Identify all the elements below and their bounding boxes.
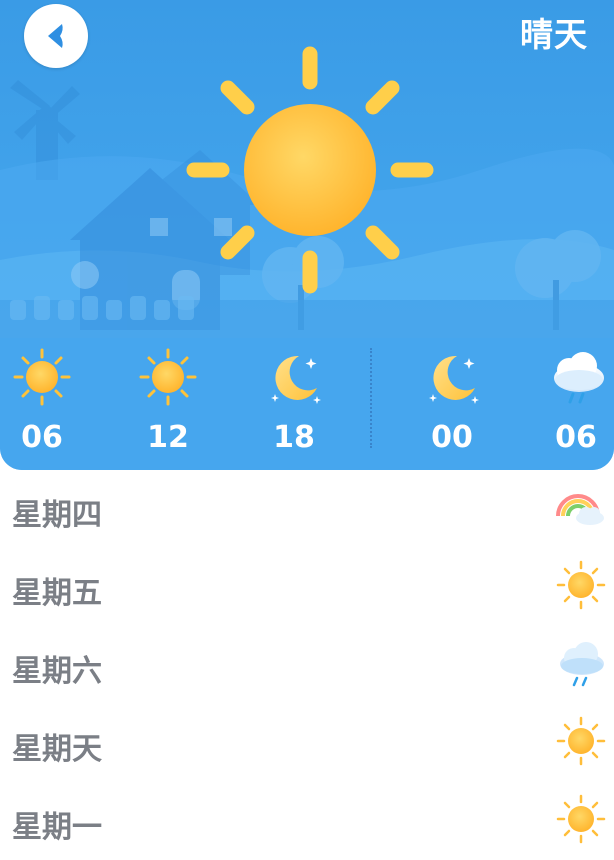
sun-icon	[13, 348, 71, 406]
daily-row[interactable]: 星期四	[0, 470, 614, 548]
daily-row[interactable]: 星期天	[0, 704, 614, 782]
sun-icon	[556, 716, 606, 766]
day-label: 星期天	[12, 732, 102, 767]
rain-cloud-icon	[554, 352, 604, 404]
hourly-forecast: 06 12 18 00 06	[0, 340, 614, 470]
sun-icon	[556, 560, 606, 610]
rain-cloud-icon	[560, 642, 604, 687]
hour-time: 06	[21, 420, 63, 455]
hour-item: 00	[412, 340, 492, 470]
moon-icon	[429, 355, 479, 404]
hour-time: 18	[273, 420, 315, 455]
hour-time: 00	[431, 420, 473, 455]
hour-item: 12	[128, 340, 208, 470]
hour-item: 06	[536, 340, 614, 470]
moon-icon	[271, 355, 321, 404]
day-label: 星期一	[12, 810, 102, 845]
hour-time: 12	[147, 420, 189, 455]
rainbow-icon	[556, 494, 604, 525]
day-divider	[370, 348, 372, 448]
hour-time: 06	[555, 420, 597, 455]
daily-row[interactable]: 星期六	[0, 626, 614, 704]
day-label: 星期四	[12, 498, 102, 533]
daily-row[interactable]: 星期五	[0, 548, 614, 626]
hour-item: 06	[2, 340, 82, 470]
day-label: 星期六	[12, 654, 102, 689]
daily-row[interactable]: 星期一	[0, 782, 614, 860]
sun-icon	[139, 348, 197, 406]
back-arrow-icon	[48, 24, 63, 48]
back-button[interactable]	[24, 4, 88, 68]
day-label: 星期五	[12, 576, 102, 611]
weather-hero: 晴天 06 12 18 00 06	[0, 0, 614, 470]
current-sun-icon	[186, 46, 434, 294]
weather-condition: 晴天	[520, 15, 588, 54]
hour-item: 18	[254, 340, 334, 470]
sun-icon	[556, 794, 606, 844]
